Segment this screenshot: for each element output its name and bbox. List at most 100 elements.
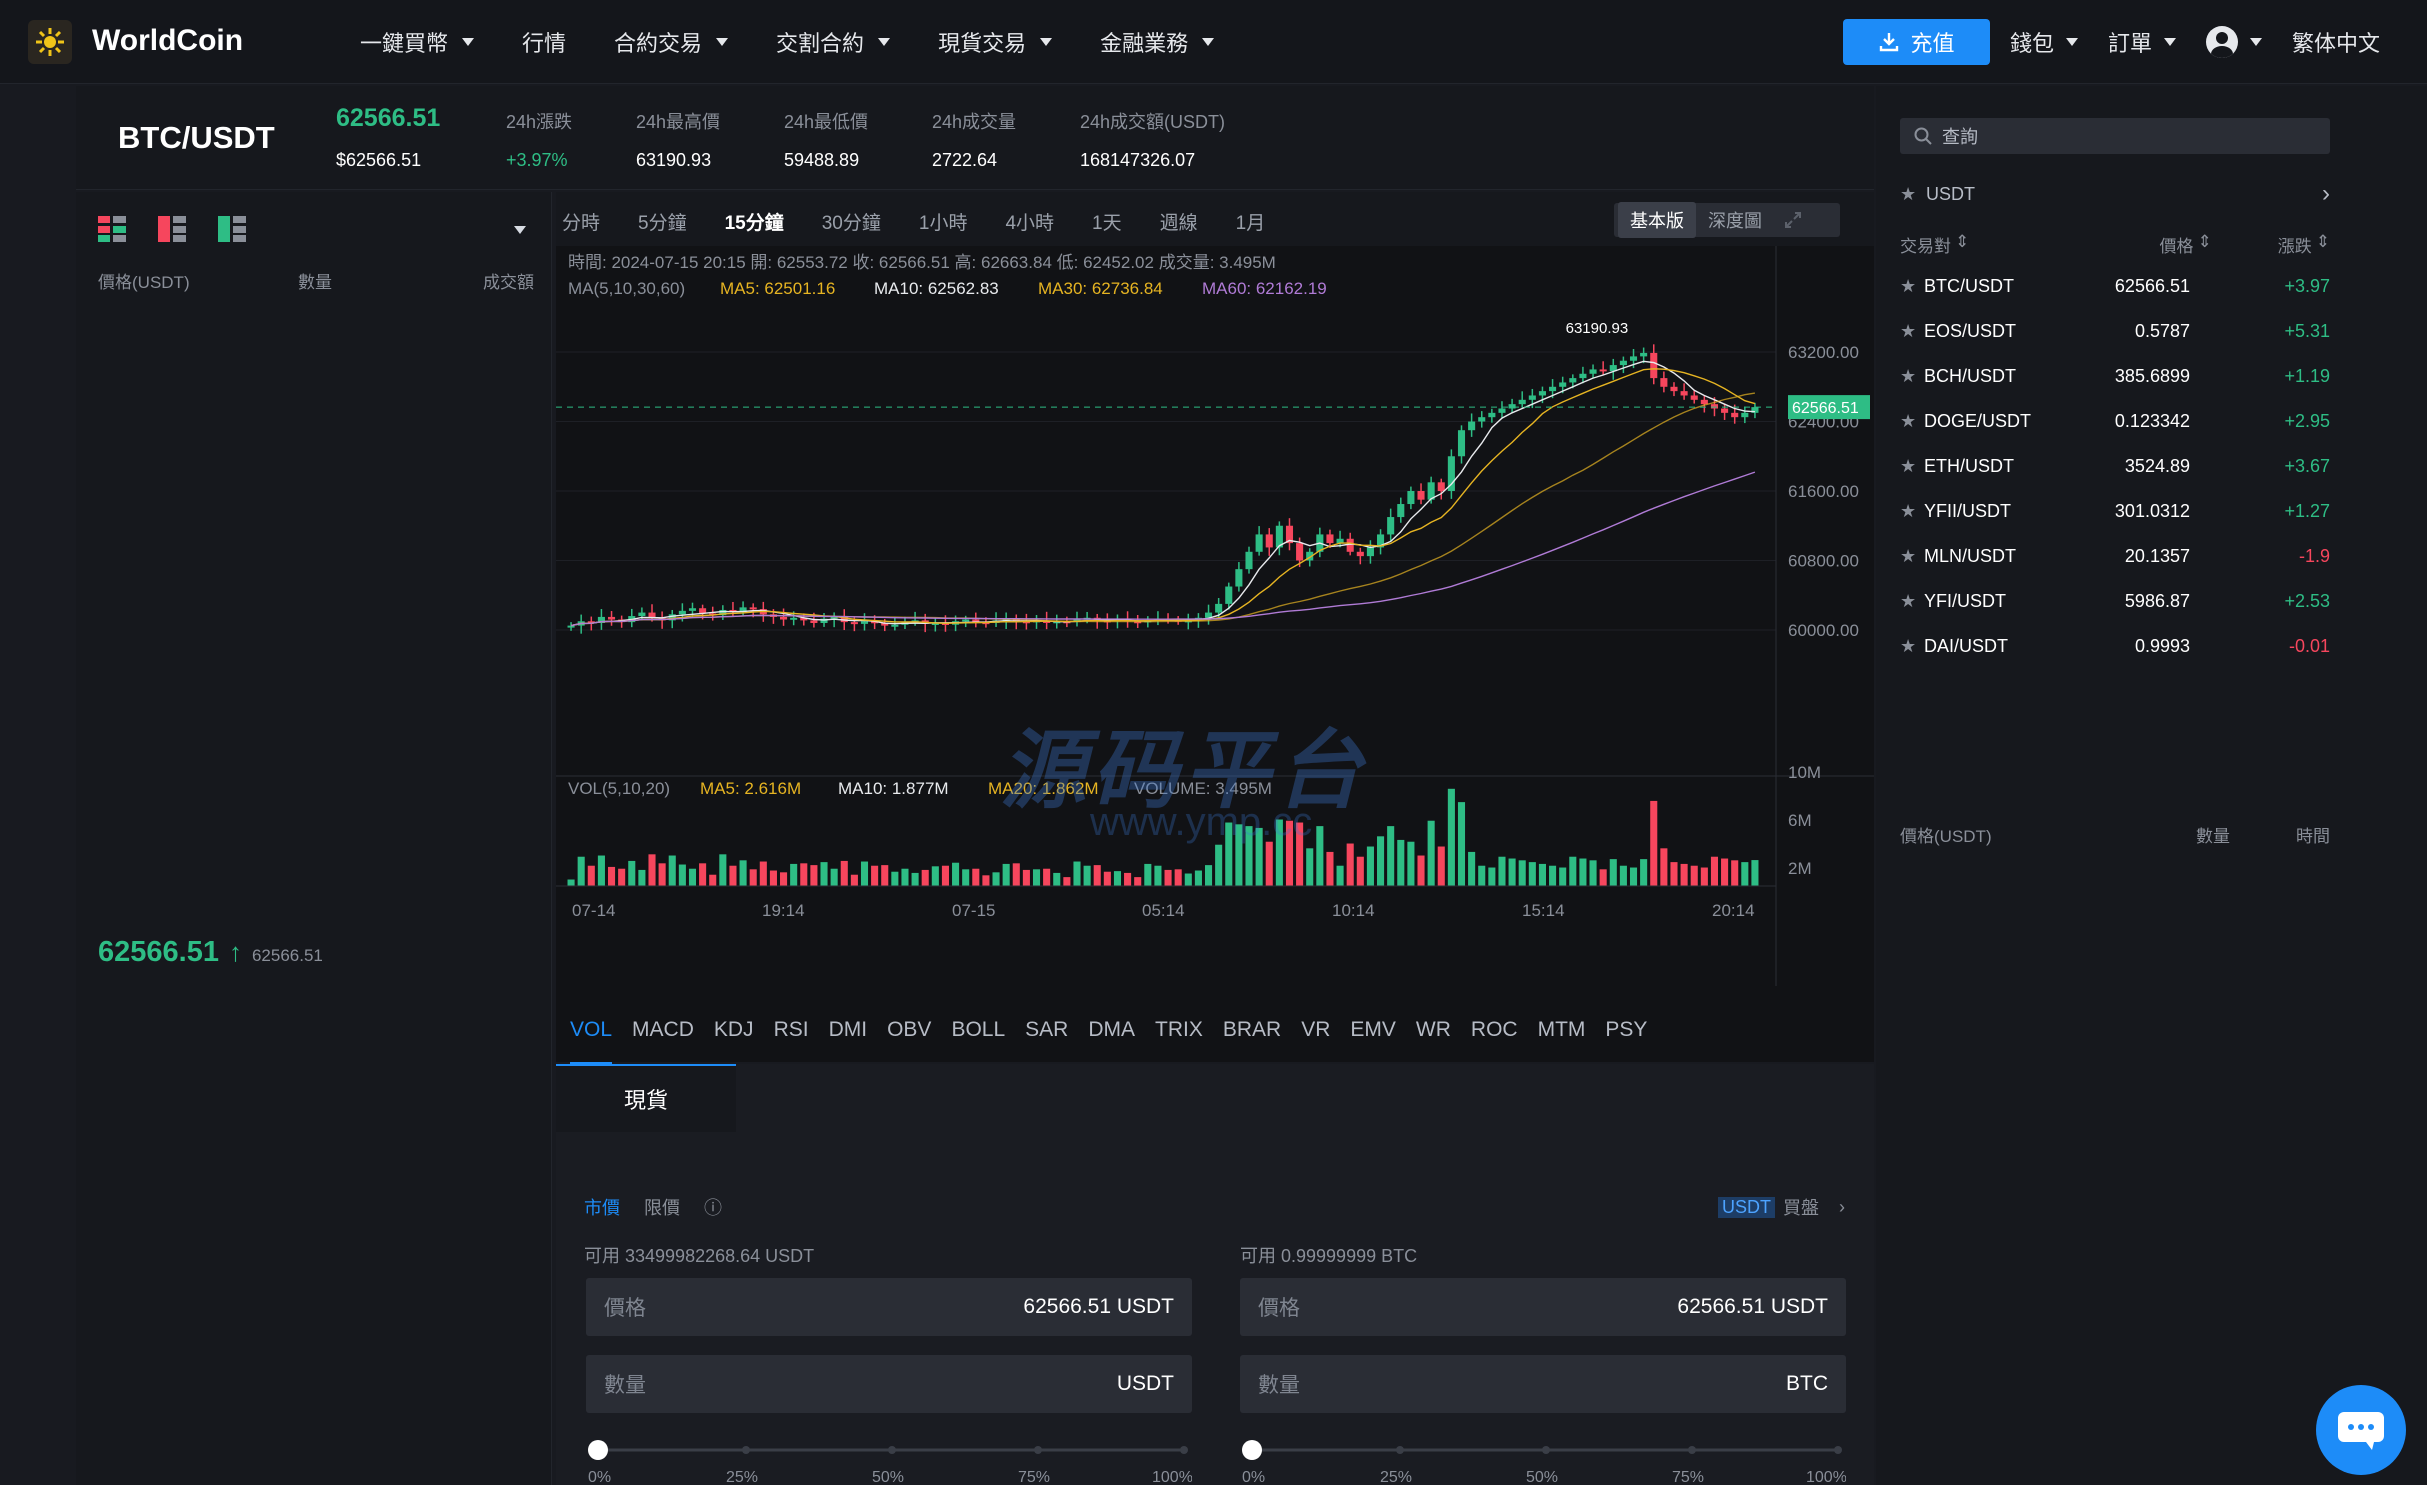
indicator-tab[interactable]: DMA bbox=[1088, 1018, 1135, 1065]
nav-item[interactable]: 行情 bbox=[522, 26, 566, 58]
nav-item[interactable]: 合約交易 bbox=[614, 26, 729, 58]
market-row[interactable]: ★ ETH/USDT 3524.89 +3.67 bbox=[1900, 444, 2330, 489]
market-row[interactable]: ★ DAI/USDT 0.9993 -0.01 bbox=[1900, 624, 2330, 669]
indicator-tab[interactable]: KDJ bbox=[714, 1018, 754, 1065]
star-icon[interactable]: ★ bbox=[1900, 321, 1924, 342]
timeframe-tab[interactable]: 30分鐘 bbox=[822, 208, 881, 235]
timeframe-tab[interactable]: 週線 bbox=[1160, 208, 1198, 235]
timeframe-tab[interactable]: 1月 bbox=[1236, 208, 1266, 235]
buy-quantity-field[interactable]: 數量 USDT bbox=[586, 1355, 1192, 1413]
indicator-tab[interactable]: VR bbox=[1301, 1018, 1330, 1065]
indicator-tab[interactable]: SAR bbox=[1025, 1018, 1068, 1065]
view-depth-button[interactable]: 深度圖 bbox=[1696, 202, 1774, 238]
star-icon[interactable]: ★ bbox=[1900, 456, 1924, 477]
indicator-tab[interactable]: WR bbox=[1416, 1018, 1451, 1065]
buy-price-field[interactable]: 價格 62566.51 USDT bbox=[586, 1278, 1192, 1336]
candle-body bbox=[1731, 412, 1739, 418]
nav-item[interactable]: 一鍵買幣 bbox=[360, 26, 475, 58]
timeframe-tab[interactable]: 15分鐘 bbox=[725, 208, 784, 235]
orders-menu[interactable]: 訂單 bbox=[2108, 26, 2177, 58]
candle-body bbox=[1437, 482, 1445, 491]
buy-percentage-slider[interactable]: 0% 25% 50% 75% 100% bbox=[586, 1436, 1192, 1485]
deposit-button[interactable]: 充值 bbox=[1843, 19, 1990, 65]
user-menu[interactable] bbox=[2206, 26, 2263, 58]
market-row[interactable]: ★ BTC/USDT 62566.51 +3.97 bbox=[1900, 264, 2330, 309]
market-search-input[interactable]: 查詢 bbox=[1900, 118, 2330, 154]
orderbook-amount-header: 成交額 bbox=[483, 273, 534, 292]
volume-bar bbox=[719, 854, 727, 886]
tab-market-order[interactable]: 市價 bbox=[584, 1194, 620, 1220]
star-icon[interactable]: ★ bbox=[1900, 411, 1924, 432]
indicator-tab[interactable]: ROC bbox=[1471, 1018, 1518, 1065]
market-price: 20.1357 bbox=[2124, 546, 2190, 566]
timeframe-tab[interactable]: 分時 bbox=[562, 208, 600, 235]
main-nav: 一鍵買幣 行情 合約交易 交割合約 現貨交易 金融業務 bbox=[360, 26, 1215, 58]
worldcoin-logo[interactable] bbox=[28, 20, 72, 64]
sell-percentage-slider[interactable]: 0% 25% 50% 75% 100% bbox=[1240, 1436, 1846, 1485]
account-selector[interactable]: USDT 買盤 › bbox=[1718, 1194, 1845, 1220]
market-row[interactable]: ★ MLN/USDT 20.1357 -1.9 bbox=[1900, 534, 2330, 579]
chevron-down-icon[interactable] bbox=[514, 226, 526, 234]
market-row[interactable]: ★ YFII/USDT 301.0312 +1.27 bbox=[1900, 489, 2330, 534]
candle-body bbox=[810, 620, 818, 623]
indicator-tab[interactable]: BOLL bbox=[951, 1018, 1005, 1065]
market-header-change[interactable]: 漲跌 bbox=[2278, 232, 2312, 257]
candle-body bbox=[790, 617, 798, 620]
indicator-tab[interactable]: VOL bbox=[570, 1018, 613, 1065]
orderbook-both-icon[interactable] bbox=[98, 216, 128, 242]
view-basic-button[interactable]: 基本版 bbox=[1618, 202, 1696, 238]
indicator-tab[interactable]: MACD bbox=[632, 1018, 694, 1065]
star-icon[interactable]: ★ bbox=[1900, 636, 1924, 657]
indicator-tab[interactable]: OBV bbox=[887, 1018, 931, 1065]
market-change: +1.19 bbox=[2284, 366, 2330, 386]
tab-spot[interactable]: 現貨 bbox=[556, 1064, 736, 1132]
star-icon[interactable]: ★ bbox=[1900, 366, 1924, 387]
market-row[interactable]: ★ DOGE/USDT 0.123342 +2.95 bbox=[1900, 399, 2330, 444]
market-row[interactable]: ★ YFI/USDT 5986.87 +2.53 bbox=[1900, 579, 2330, 624]
market-row[interactable]: ★ BCH/USDT 385.6899 +1.19 bbox=[1900, 354, 2330, 399]
market-header-pair[interactable]: 交易對 bbox=[1900, 232, 1951, 257]
volume-bar bbox=[982, 875, 990, 886]
nav-item[interactable]: 現貨交易 bbox=[938, 26, 1053, 58]
sort-icon[interactable]: ⇕ bbox=[1955, 232, 1969, 257]
market-row[interactable]: ★ EOS/USDT 0.5787 +5.31 bbox=[1900, 309, 2330, 354]
candlestick-chart[interactable]: 時間: 2024-07-15 20:15 開: 62553.72 收: 6256… bbox=[556, 246, 1874, 986]
star-icon[interactable]: ★ bbox=[1900, 546, 1924, 567]
timeframe-tab[interactable]: 5分鐘 bbox=[638, 208, 687, 235]
language-selector[interactable]: 繁体中文 bbox=[2292, 26, 2380, 58]
market-header-price[interactable]: 價格 bbox=[2160, 232, 2194, 257]
sort-icon[interactable]: ⇕ bbox=[2198, 232, 2212, 257]
sell-quantity-field[interactable]: 數量 BTC bbox=[1240, 1355, 1846, 1413]
indicator-tab[interactable]: BRAR bbox=[1223, 1018, 1281, 1065]
app-name[interactable]: WorldCoin bbox=[92, 24, 243, 58]
sort-icon[interactable]: ⇕ bbox=[2316, 232, 2330, 257]
nav-item[interactable]: 交割合約 bbox=[776, 26, 891, 58]
fullscreen-icon[interactable] bbox=[1784, 211, 1802, 229]
info-icon[interactable]: ⓘ bbox=[704, 1194, 722, 1220]
timeframe-tab[interactable]: 1天 bbox=[1092, 208, 1122, 235]
chat-support-button[interactable] bbox=[2316, 1385, 2406, 1475]
timeframe-tab[interactable]: 4小時 bbox=[1005, 208, 1054, 235]
star-icon[interactable]: ★ bbox=[1900, 276, 1924, 297]
indicator-tab[interactable]: TRIX bbox=[1155, 1018, 1203, 1065]
indicator-tab[interactable]: MTM bbox=[1538, 1018, 1586, 1065]
indicator-tab[interactable]: RSI bbox=[774, 1018, 809, 1065]
wallet-menu[interactable]: 錢包 bbox=[2010, 26, 2079, 58]
star-icon[interactable]: ★ bbox=[1900, 591, 1924, 612]
orderbook-bids-icon[interactable] bbox=[218, 216, 248, 242]
star-icon[interactable]: ★ bbox=[1900, 501, 1924, 522]
nav-item[interactable]: 金融業務 bbox=[1100, 26, 1215, 58]
timeframe-tab[interactable]: 1小時 bbox=[919, 208, 968, 235]
sell-price-field[interactable]: 價格 62566.51 USDT bbox=[1240, 1278, 1846, 1336]
market-tab-usdt[interactable]: ★ USDT › bbox=[1900, 180, 2330, 208]
indicator-tab[interactable]: PSY bbox=[1605, 1018, 1647, 1065]
tab-limit-order[interactable]: 限價 bbox=[644, 1194, 680, 1220]
slider-mark: 25% bbox=[1380, 1469, 1412, 1485]
indicator-tab[interactable]: DMI bbox=[829, 1018, 868, 1065]
orderbook-asks-icon[interactable] bbox=[158, 216, 188, 242]
current-price-label: 62566.51 bbox=[1792, 400, 1859, 417]
volume-bar bbox=[1022, 869, 1030, 886]
indicator-tab[interactable]: EMV bbox=[1350, 1018, 1396, 1065]
candle-body bbox=[1457, 430, 1466, 457]
market-header: 交易對 ⇕ 價格 ⇕ 漲跌 ⇕ bbox=[1900, 232, 2330, 257]
